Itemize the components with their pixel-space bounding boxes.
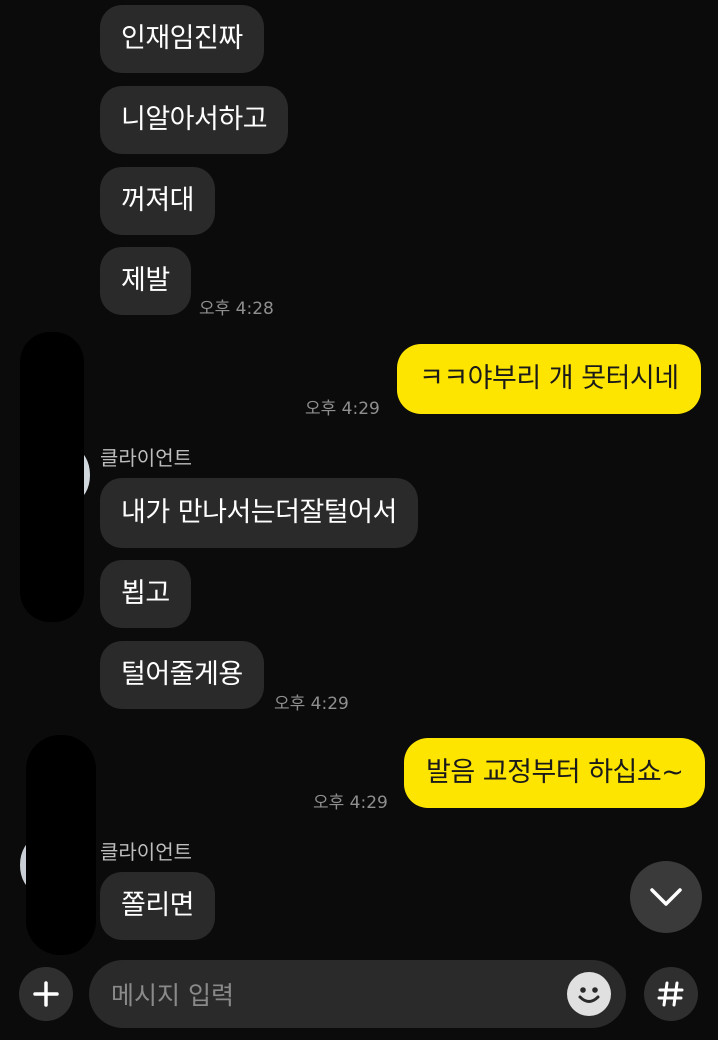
- chevron-down-icon: [650, 888, 682, 906]
- message-text: 제발: [121, 265, 170, 296]
- message-bubble-incoming[interactable]: 내가 만나서는더잘털어서: [100, 478, 418, 548]
- emoji-button[interactable]: [567, 972, 611, 1016]
- sender-name: 클라이언트: [100, 446, 192, 470]
- hash-icon: [657, 981, 684, 1007]
- message-bubble-incoming[interactable]: 쫄리면: [100, 872, 216, 940]
- message-timestamp: 오후 4:29: [305, 399, 380, 419]
- message-bubble-incoming[interactable]: 뵙고: [100, 560, 191, 628]
- message-input[interactable]: [109, 960, 553, 1030]
- message-text: 니알아서하고: [121, 104, 268, 135]
- message-text: 인재임진짜: [121, 23, 243, 54]
- message-timestamp: 오후 4:29: [313, 793, 388, 813]
- emoji-icon: [578, 987, 600, 1003]
- message-text: 꺼져대: [121, 185, 195, 216]
- avatar-redaction: [20, 332, 84, 622]
- scroll-to-bottom-button[interactable]: [630, 861, 702, 933]
- sender-name: 클라이언트: [100, 840, 192, 864]
- message-bubble-incoming[interactable]: 꺼져대: [100, 167, 216, 235]
- message-text: 털어줄게용: [121, 659, 243, 690]
- message-bubble-incoming[interactable]: 제발: [100, 247, 191, 315]
- message-text: 발음 교정부터 하십쇼~: [426, 757, 684, 788]
- message-text: 내가 만나서는더잘털어서: [121, 497, 397, 528]
- message-bubble-outgoing[interactable]: 발음 교정부터 하십쇼~: [404, 738, 706, 808]
- message-text: 쫄리면: [121, 890, 195, 921]
- plus-icon: [33, 981, 59, 1007]
- message-timestamp: 오후 4:29: [274, 694, 349, 714]
- message-composer: [0, 955, 718, 1040]
- message-bubble-outgoing[interactable]: ㅋㅋ야부리 개 못터시네: [397, 344, 701, 414]
- message-input-container: [89, 960, 626, 1030]
- message-bubble-incoming[interactable]: 니알아서하고: [100, 86, 289, 154]
- message-bubble-incoming[interactable]: 털어줄게용: [100, 641, 264, 709]
- message-text: 뵙고: [121, 578, 170, 609]
- message-text: ㅋㅋ야부리 개 못터시네: [419, 363, 679, 394]
- message-timestamp: 오후 4:28: [199, 299, 274, 319]
- attach-button[interactable]: [19, 967, 73, 1021]
- hashtag-button[interactable]: [644, 967, 698, 1021]
- avatar-redaction: [26, 735, 96, 955]
- message-bubble-incoming[interactable]: 인재임진짜: [100, 5, 264, 73]
